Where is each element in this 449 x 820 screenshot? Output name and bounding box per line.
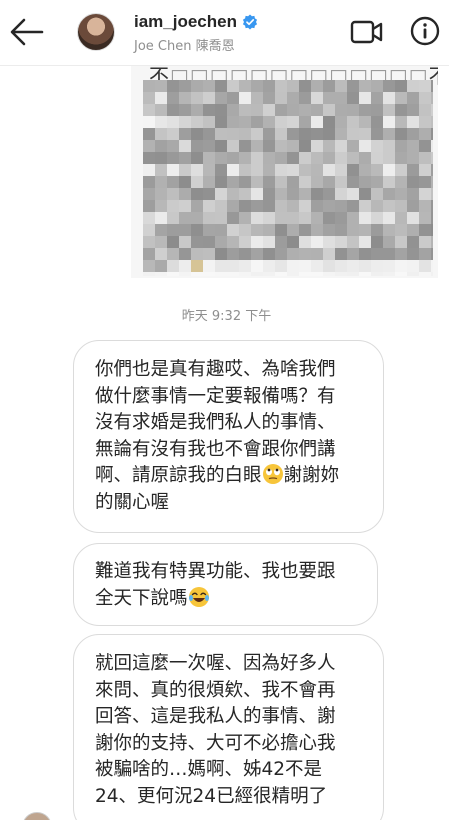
eye-roll-emoji	[262, 464, 283, 484]
arrow-left-icon	[10, 18, 44, 46]
video-call-icon	[350, 20, 383, 44]
info-button[interactable]	[410, 16, 440, 46]
video-call-button[interactable]	[350, 17, 384, 47]
message-bubble[interactable]: 你們也是真有趣哎、為啥我們 做什麼事情一定要報備嗎？有 沒有求婚是我們私人的事情…	[73, 340, 384, 533]
chat-header: iam_joechen Joe Chen 陳喬恩	[0, 0, 449, 66]
full-name: Joe Chen 陳喬恩	[134, 39, 235, 54]
message-bubble[interactable]: 難道我有特異功能、我也要跟 全天下說嗎	[73, 543, 378, 626]
verified-badge-icon	[242, 14, 258, 30]
tears-of-joy-emoji	[188, 586, 209, 607]
info-icon	[410, 16, 440, 46]
message-bubble[interactable]: 就回這麼一次喔、因為好多人 來問、真的很煩欸、我不會再 回答、這是我私人的事情、…	[73, 634, 384, 820]
sender-avatar	[22, 812, 52, 820]
username-row[interactable]: iam_joechen	[134, 12, 258, 32]
profile-avatar[interactable]	[77, 13, 115, 51]
back-button[interactable]	[8, 14, 46, 50]
message-text: 就回這麼一次喔、因為好多人 來問、真的很煩欸、我不會再 回答、這是我私人的事情、…	[95, 653, 336, 807]
shared-image[interactable]: 不□□□□□□□□□□□□□不能	[131, 66, 438, 278]
message-timestamp: 昨天 9:32 下午	[181, 309, 272, 324]
username[interactable]: iam_joechen	[134, 12, 237, 32]
message-text: 難道我有特異功能、我也要跟 全天下說嗎	[95, 561, 336, 609]
pixelated-content	[143, 80, 433, 276]
